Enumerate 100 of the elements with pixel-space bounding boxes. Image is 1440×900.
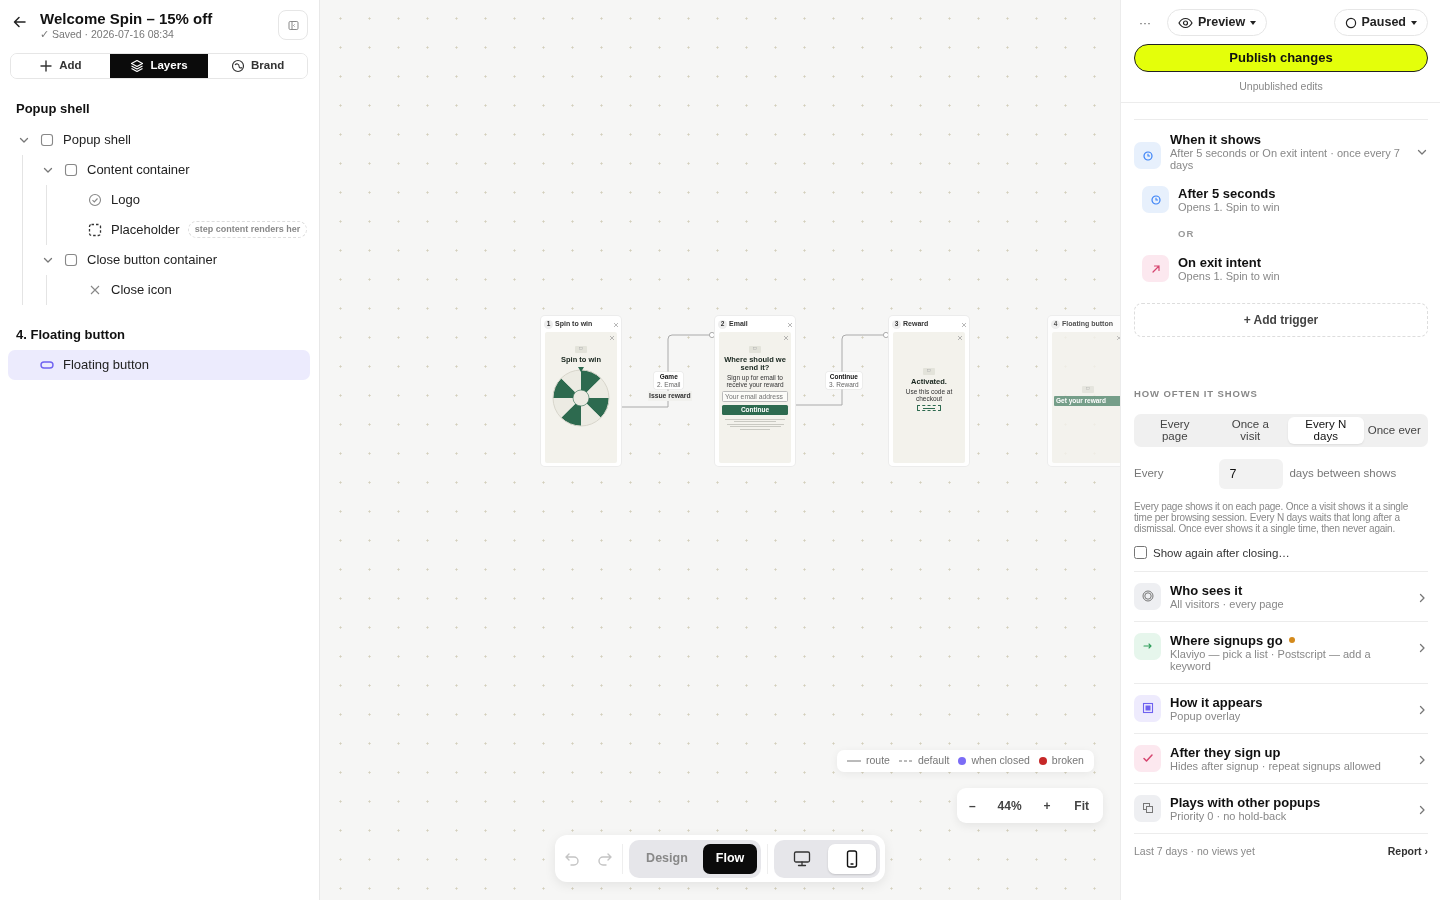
- section-summary: Hides after signup · repeat signups allowed: [1170, 759, 1382, 772]
- close-icon[interactable]: [787, 321, 792, 327]
- legend-label: route: [866, 753, 890, 769]
- legend-label: broken: [1051, 753, 1084, 769]
- layers-icon: [130, 59, 145, 73]
- settings-row[interactable]: Who sees it All visitors · every page: [1134, 570, 1428, 621]
- more-button[interactable]: ···: [1134, 13, 1157, 32]
- trigger-title: After 5 seconds: [1178, 186, 1277, 201]
- clock-tile-icon: [1134, 142, 1161, 169]
- settings-row[interactable]: Where signups go Klaviyo — pick a list · Postscript — add a keyword: [1134, 620, 1428, 683]
- trigger-item[interactable]: On exit intent Opens 1. Spin to win: [1142, 255, 1428, 283]
- section-summary: After 5 seconds or On exit intent · once every 7 days: [1170, 147, 1401, 171]
- desktop-icon: [793, 849, 811, 868]
- zoom-level: 44%: [997, 797, 1022, 815]
- section-title: Who sees it: [1170, 582, 1243, 598]
- target-tile-icon: [1134, 582, 1161, 610]
- square-tile-icon: [1134, 694, 1161, 722]
- settings-row[interactable]: After they sign up Hides after signup · repeat signups allowed: [1134, 732, 1428, 783]
- square-icon: [64, 252, 78, 267]
- close-icon[interactable]: [613, 321, 618, 327]
- layer-item[interactable]: Popup shell: [0, 124, 319, 155]
- fine-print-drawing: [725, 417, 785, 430]
- check-circle-icon: [88, 192, 102, 207]
- save-status: ✓ Saved · 2026-07-16 08:34: [40, 28, 175, 41]
- clock-tile-icon: [1142, 186, 1169, 213]
- section-title: When it shows: [1170, 132, 1262, 147]
- back-arrow-icon: [12, 14, 28, 30]
- logo-placeholder-icon: [923, 368, 935, 375]
- layer-item[interactable]: Placeholder step content renders her: [0, 214, 319, 245]
- eye-icon: [1178, 15, 1193, 30]
- fit-button[interactable]: Fit: [1072, 796, 1091, 815]
- publish-button[interactable]: Publish changes: [1134, 44, 1428, 72]
- stack-tile-icon: [1134, 794, 1161, 822]
- zoom-out-button[interactable]: –: [967, 796, 978, 815]
- section-summary: Popup overlay: [1170, 709, 1241, 722]
- preview-button[interactable]: Preview: [1167, 9, 1268, 36]
- close-icon[interactable]: [783, 335, 788, 340]
- palette-icon: [231, 59, 246, 73]
- show-again-checkbox[interactable]: [1134, 546, 1147, 559]
- mode-tab[interactable]: Flow: [702, 843, 758, 874]
- report-link[interactable]: Report ›: [1387, 843, 1428, 860]
- publish-note: Unpublished edits: [1238, 79, 1324, 94]
- close-icon[interactable]: [1116, 335, 1120, 340]
- checkbox-label: Show again after closing…: [1153, 545, 1290, 560]
- status-dropdown[interactable]: Paused: [1333, 9, 1428, 36]
- panel-icon: [287, 19, 299, 31]
- square-icon: [64, 162, 78, 177]
- layer-item[interactable]: Close button container: [0, 244, 319, 275]
- legend-label: default: [917, 753, 950, 769]
- layer-item[interactable]: Content container: [0, 154, 319, 185]
- pill-icon: [40, 358, 54, 372]
- trigger-subtitle: Opens 1. Spin to win: [1178, 270, 1280, 283]
- solid-line-icon: [847, 759, 861, 763]
- section-title: After they sign up: [1170, 744, 1281, 760]
- close-icon[interactable]: [609, 335, 614, 340]
- layer-item[interactable]: Logo: [0, 184, 319, 215]
- section-heading: 4. Floating button: [15, 325, 127, 344]
- device-tab[interactable]: [828, 843, 876, 874]
- close-icon[interactable]: [961, 321, 966, 327]
- section-summary: All visitors · every page: [1170, 597, 1285, 610]
- section-summary: Klaviyo — pick a list · Postscript — add a keyword: [1170, 647, 1372, 672]
- section-heading: Popup shell: [15, 100, 91, 118]
- help-text: Every page shows it on each page. Once a visit shows it a single time per browsing session. Every N days waits that long after a dismissal. Once ever shows it a single time, then never again.: [1134, 500, 1410, 534]
- arrow-tile-icon: [1134, 632, 1161, 660]
- section-title: Where signups go: [1170, 632, 1283, 648]
- settings-row[interactable]: When it shows After 5 seconds or On exit intent · once every 7 days: [1134, 132, 1428, 171]
- back-button[interactable]: [12, 14, 28, 30]
- days-field[interactable]: 7: [1219, 458, 1284, 489]
- section-summary: Priority 0 · no hold-back: [1170, 809, 1287, 822]
- layer-item[interactable]: Floating button: [8, 350, 310, 380]
- frequency-option[interactable]: Once a visit: [1212, 416, 1288, 444]
- stats-text: Last 7 days · no views yet: [1134, 843, 1255, 859]
- panel-tab[interactable]: Layers: [109, 54, 209, 78]
- caret-icon: [1250, 20, 1257, 25]
- circle-icon: [1344, 16, 1357, 29]
- close-icon[interactable]: [957, 335, 962, 340]
- trigger-subtitle: Opens 1. Spin to win: [1178, 201, 1280, 213]
- section-title: How it appears: [1170, 694, 1263, 710]
- add-trigger-button[interactable]: + Add trigger: [1134, 303, 1428, 338]
- zoom-in-button[interactable]: +: [1041, 796, 1053, 815]
- frequency-option[interactable]: Every N days: [1288, 416, 1364, 444]
- settings-row[interactable]: How it appears Popup overlay: [1134, 682, 1428, 733]
- logo-placeholder-icon: [749, 346, 761, 353]
- frequency-option[interactable]: Once ever: [1363, 416, 1425, 444]
- frequency-option[interactable]: Every page: [1137, 416, 1213, 444]
- trigger-title: On exit intent: [1178, 255, 1263, 271]
- field-label: Every: [1134, 465, 1164, 481]
- logo-placeholder-icon: [1082, 386, 1094, 393]
- arrow-tile-icon: [1142, 255, 1169, 283]
- check-tile-icon: [1134, 744, 1161, 772]
- caret-icon: [1411, 20, 1417, 25]
- or-separator: OR: [1178, 227, 1196, 241]
- section-title: Plays with other popups: [1170, 794, 1321, 810]
- collapse-panel-button[interactable]: [278, 10, 308, 40]
- layer-item[interactable]: Close icon: [0, 274, 319, 305]
- legend-label: when closed: [971, 753, 1030, 769]
- settings-row[interactable]: Plays with other popups Priority 0 · no hold-back: [1134, 782, 1428, 833]
- trigger-item[interactable]: After 5 seconds Opens 1. Spin to win: [1142, 186, 1428, 213]
- logo-placeholder-icon: [575, 346, 587, 353]
- dashed-line-icon: [898, 759, 913, 763]
